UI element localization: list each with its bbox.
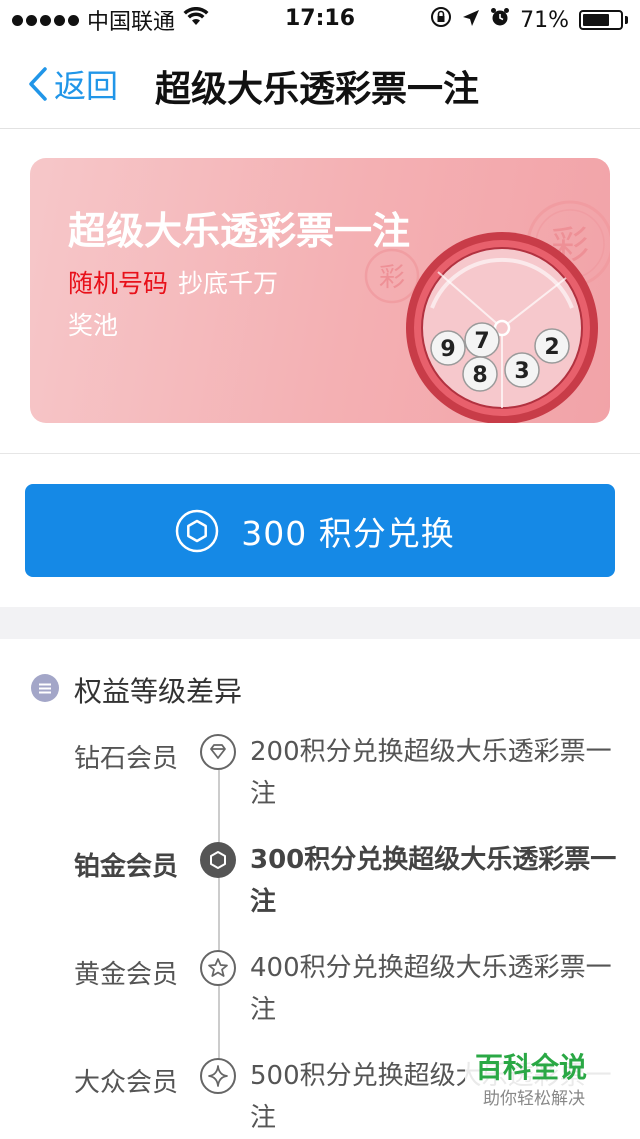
lottery-banner: 超级大乐透彩票一注 随机号码 抄底千万 奖池 彩 彩 97832 [30,158,610,423]
hexagon-icon [175,509,219,553]
redeem-points: 300 [241,513,308,553]
banner-random-label: 随机号码 [68,269,169,298]
diamond-icon [200,734,236,770]
lottery-ball-number: 9 [440,337,455,362]
redeem-points-button[interactable]: 300 积分兑换 [25,484,615,577]
section-separator [0,607,640,639]
stamp-small-icon: 彩 [364,248,420,304]
star-icon [200,950,236,986]
status-bar: 中国联通 17:16 71% [0,0,640,40]
battery-icon [579,10,623,30]
lottery-ball: 2 [534,328,570,364]
back-button[interactable]: 返回 [28,62,118,106]
location-arrow-icon [462,8,480,33]
redeem-label: 300 积分兑换 [241,507,455,555]
section-divider [0,453,640,454]
page-title: 超级大乐透彩票一注 [155,69,480,110]
banner-pool-label: 奖池 [68,311,119,340]
lottery-ball-number: 8 [472,363,487,388]
benefits-title: 权益等级差异 [74,675,243,708]
lottery-drum-illustration: 彩 彩 9 78 32 [364,200,610,423]
lottery-ball: 7 [464,322,500,358]
tier-name: 黄金会员 [74,960,179,990]
banner-subtitle: 随机号码 抄底千万 [68,264,278,300]
lottery-ball: 3 [504,352,540,388]
tier-name: 大众会员 [74,1068,179,1098]
nav-bar: 返回 超级大乐透彩票一注 [0,40,640,129]
lottery-ball-number: 3 [514,359,529,384]
timeline-line [218,770,220,1090]
chevron-left-icon [29,67,47,101]
battery-level-fill [583,14,609,26]
redeem-text: 积分兑换 [318,513,455,553]
status-right: 71% [430,7,628,33]
sparkle-icon [200,1058,236,1094]
back-label: 返回 [54,67,119,105]
lottery-ball-number: 7 [474,329,489,354]
alarm-icon [490,7,510,33]
lottery-ball-number: 2 [544,335,559,360]
watermark-subtitle: 助你轻松解决 [483,1089,585,1109]
banner-floor-label: 抄底千万 [178,269,279,298]
tier-desc: 300积分兑换超级大乐透彩票一注 [250,845,617,917]
battery-tip [625,16,628,24]
battery-percent: 71% [520,7,569,33]
message-icon [30,673,60,707]
tier-name: 钻石会员 [74,744,179,774]
rotation-lock-icon [430,6,452,34]
watermark: 百科全说 助你轻松解决 [465,1042,615,1112]
tier-desc: 400积分兑换超级大乐透彩票一注 [250,953,612,1025]
tier-desc: 200积分兑换超级大乐透彩票一注 [250,737,612,809]
benefits-header: 权益等级差异 [30,668,242,712]
tier-name: 铂金会员 [74,852,179,882]
lottery-ball: 9 [430,330,466,366]
watermark-title: 百科全说 [475,1051,588,1084]
stamp-char-small: 彩 [379,263,405,293]
lottery-ball: 8 [462,356,498,392]
hexagon-icon [200,842,236,878]
